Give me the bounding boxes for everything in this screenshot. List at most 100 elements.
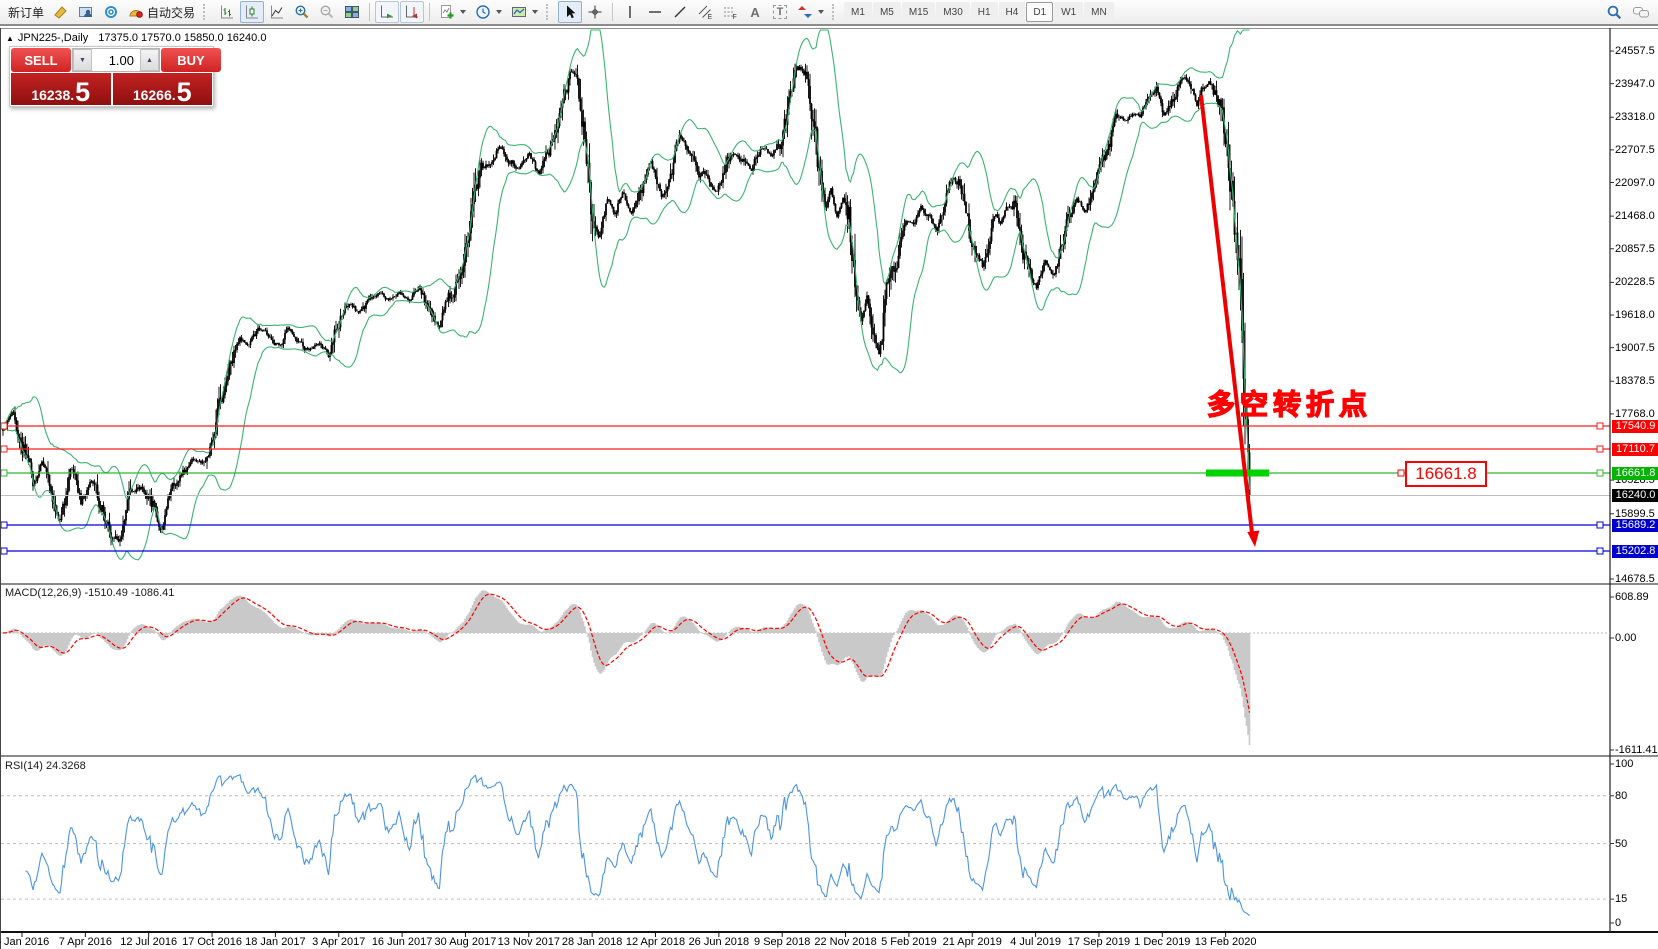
fibonacci-button[interactable]: F: [718, 1, 742, 23]
price-tag-label[interactable]: 16661.8: [1405, 461, 1487, 487]
bar-chart-icon: [219, 4, 235, 20]
chart-shift-button[interactable]: [400, 1, 424, 23]
date-axis-label: 17 Oct 2016: [182, 936, 242, 948]
timeframe-h4-button[interactable]: H4: [999, 2, 1026, 22]
price-chart-canvas[interactable]: [1, 28, 1658, 949]
crosshair-button[interactable]: [583, 1, 607, 23]
zoom-out-button[interactable]: [315, 1, 339, 23]
equidistant-channel-icon: E: [697, 4, 713, 20]
buy-price-main: 16266.: [133, 87, 176, 103]
zoom-in-button[interactable]: [290, 1, 314, 23]
rsi-axis-tick: 50: [1615, 838, 1627, 850]
price-axis-tick: 19618.0: [1615, 309, 1655, 321]
line-end-marker[interactable]: [1, 548, 7, 554]
horizontal-line-icon: [647, 4, 663, 20]
timeframe-mn-button[interactable]: MN: [1084, 2, 1114, 22]
toolbar-separator: [612, 3, 613, 21]
templates-icon: [511, 4, 527, 20]
date-axis-label: 5 Jan 2016: [0, 936, 49, 948]
equidistant-channel-button[interactable]: E: [693, 1, 717, 23]
crosshair-icon: [587, 4, 603, 20]
navigator-button[interactable]: [74, 1, 98, 23]
buy-button[interactable]: BUY: [161, 48, 221, 72]
timeframe-m15-button[interactable]: M15: [902, 2, 935, 22]
candlestick-chart-button[interactable]: [240, 1, 264, 23]
line-end-marker[interactable]: [1597, 548, 1603, 554]
line-end-marker[interactable]: [1, 423, 7, 429]
timeframe-m5-button[interactable]: M5: [873, 2, 901, 22]
line-end-marker[interactable]: [1597, 470, 1603, 476]
tag-anchor-marker: [1398, 470, 1404, 476]
market-watch-button[interactable]: [49, 1, 73, 23]
arrows-button[interactable]: [793, 1, 828, 23]
tile-windows-button[interactable]: [340, 1, 364, 23]
date-axis-label: 28 Jan 2018: [562, 936, 623, 948]
volume-input[interactable]: [92, 49, 140, 71]
trendline-button[interactable]: [668, 1, 692, 23]
sell-button[interactable]: SELL: [11, 48, 71, 72]
line-end-marker[interactable]: [1597, 522, 1603, 528]
toolbar-grip: [546, 4, 552, 20]
terminal-icon: [103, 4, 119, 20]
macd-histogram: [3, 590, 1250, 745]
text-label-button[interactable]: T: [768, 1, 792, 23]
price-axis-tick: 18378.5: [1615, 375, 1655, 387]
toolbar-separator: [369, 3, 370, 21]
date-axis-label: 12 Jul 2016: [120, 936, 177, 948]
indicators-button[interactable]: [435, 1, 470, 23]
autotrade-button[interactable]: 自动交易: [124, 1, 199, 23]
line-end-marker[interactable]: [1597, 423, 1603, 429]
date-axis-label: 4 Jul 2019: [1010, 936, 1061, 948]
cursor-icon: [562, 4, 578, 20]
rsi-axis-tick: 0: [1615, 917, 1621, 929]
line-end-marker[interactable]: [1, 522, 7, 528]
dropdown-arrow-icon: [532, 10, 538, 14]
auto-scroll-button[interactable]: [375, 1, 399, 23]
trend-reversal-annotation[interactable]: 多空转折点: [1207, 383, 1372, 423]
terminal-button[interactable]: [99, 1, 123, 23]
volume-decrease-button[interactable]: ▼: [73, 49, 92, 71]
chat-button[interactable]: [1628, 1, 1654, 23]
vertical-line-button[interactable]: [618, 1, 642, 23]
bar-chart-button[interactable]: [215, 1, 239, 23]
timeframe-h1-button[interactable]: H1: [971, 2, 998, 22]
price-axis-tick: 20228.5: [1615, 276, 1655, 288]
zoom-in-icon: [294, 4, 310, 20]
collapse-triangle-icon[interactable]: ▲: [6, 34, 14, 43]
price-line-tag: 16661.8: [1612, 467, 1658, 480]
rsi-axis-tick: 80: [1615, 790, 1627, 802]
timeframe-m30-button[interactable]: M30: [936, 2, 969, 22]
search-button[interactable]: [1602, 1, 1627, 23]
sell-price-big-digit: 5: [75, 81, 90, 103]
line-end-marker[interactable]: [1, 446, 7, 452]
periods-button[interactable]: [471, 1, 506, 23]
buy-price[interactable]: 16266. 5: [113, 73, 213, 105]
indicators-icon: [439, 4, 455, 20]
timeframe-d1-button[interactable]: D1: [1026, 2, 1053, 22]
templates-button[interactable]: [507, 1, 542, 23]
chart-title-bar: ▲JPN225-,Daily17375.0 17570.0 15850.0 16…: [6, 32, 266, 44]
tile-windows-icon: [344, 4, 360, 20]
channel-sub-glyph: E: [708, 14, 713, 20]
toolbar-grip: [203, 4, 209, 20]
trend-arrow[interactable]: [1201, 95, 1252, 533]
line-end-marker[interactable]: [1597, 446, 1603, 452]
highlight-segment[interactable]: [1206, 470, 1269, 477]
date-axis-label: 22 Nov 2018: [814, 936, 876, 948]
line-end-marker[interactable]: [1, 470, 7, 476]
cursor-button[interactable]: [558, 1, 582, 23]
line-chart-button[interactable]: [265, 1, 289, 23]
timeframe-m1-button[interactable]: M1: [844, 2, 872, 22]
toolbar-separator: [429, 3, 430, 21]
zoom-out-icon: [319, 4, 335, 20]
trend-arrow-head: [1247, 531, 1259, 548]
volume-increase-button[interactable]: ▲: [140, 49, 159, 71]
text-button[interactable]: A: [743, 1, 767, 23]
horizontal-line-button[interactable]: [643, 1, 667, 23]
toolbar-grip: [832, 4, 838, 20]
new-order-button[interactable]: 新订单: [4, 1, 48, 23]
arrows-icon: [797, 4, 813, 20]
sell-price[interactable]: 16238. 5: [11, 73, 111, 105]
timeframe-w1-button[interactable]: W1: [1054, 2, 1083, 22]
macd-axis-tick: 0.00: [1615, 632, 1636, 644]
